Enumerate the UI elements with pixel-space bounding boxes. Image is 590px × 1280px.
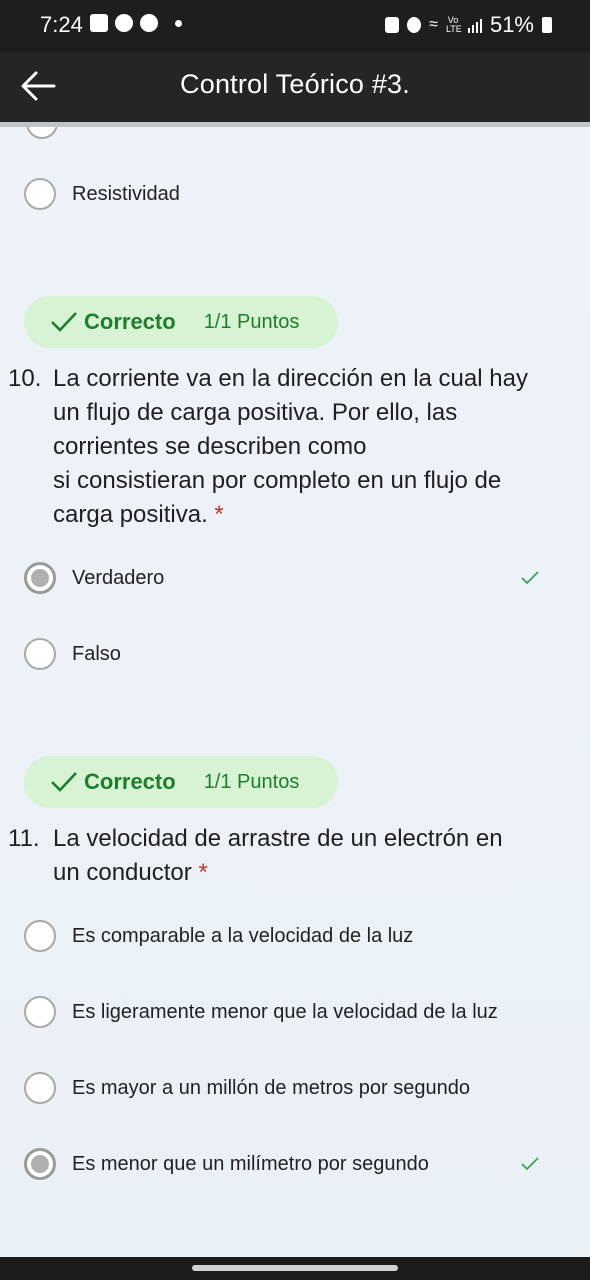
radio-button-selected[interactable] <box>24 1148 56 1180</box>
option-comparable-luz[interactable]: Es comparable a la velocidad de la luz <box>24 916 550 956</box>
question-number: 11. <box>8 825 40 852</box>
result-status: Correcto <box>84 769 176 794</box>
required-marker: * <box>198 859 208 886</box>
radio-button[interactable] <box>24 178 56 210</box>
system-icons: ≈ Vo LTE 51% <box>385 12 552 38</box>
option-menor-luz[interactable]: Es ligeramente menor que la velocidad de… <box>24 992 550 1032</box>
option-resistividad[interactable]: Resistividad <box>24 174 550 214</box>
battery-percent: 51% <box>489 12 534 37</box>
option-menor-milimetro[interactable]: Es menor que un milímetro por segundo <box>24 1144 550 1184</box>
radio-button[interactable] <box>24 1072 56 1104</box>
option-label: Es comparable a la velocidad de la luz <box>72 924 414 947</box>
battery-saver-icon <box>385 17 400 33</box>
option-label: Es ligeramente menor que la velocidad de… <box>72 1000 498 1023</box>
question-line: un conductor <box>53 859 192 886</box>
option-label: Es menor que un milímetro por segundo <box>72 1152 429 1175</box>
question-11: 11. La velocidad de arrastre de un elect… <box>0 822 570 892</box>
image-icon <box>90 14 108 32</box>
check-icon <box>521 1157 539 1171</box>
radio-button-selected[interactable] <box>24 562 56 594</box>
question-line: corrientes se describen como <box>53 433 367 460</box>
notification-icons <box>90 14 182 32</box>
result-points: 1/1 Puntos <box>203 310 300 333</box>
page-title: Control Teórico #3. <box>180 69 410 99</box>
option-label: Es mayor a un millón de metros por segun… <box>72 1076 470 1099</box>
question-text: La corriente va en la dirección en la cu… <box>53 362 570 532</box>
question-10: 10. La corriente va en la dirección en l… <box>0 362 570 532</box>
question-line: La velocidad de arrastre de un electrón … <box>53 825 503 852</box>
result-points: 1/1 Puntos <box>203 770 300 793</box>
signal-icon <box>467 17 482 33</box>
option-mayor-millon[interactable]: Es mayor a un millón de metros por segun… <box>24 1068 550 1108</box>
question-number: 10. <box>8 365 42 392</box>
option-label: Resistividad <box>72 182 180 205</box>
check-icon <box>51 772 77 792</box>
radio-button[interactable] <box>26 127 58 139</box>
facebook-icon <box>140 14 158 32</box>
status-bar: 7:24 ≈ Vo LTE 51% <box>0 0 590 52</box>
radio-button[interactable] <box>24 996 56 1028</box>
radio-button[interactable] <box>24 920 56 952</box>
option-falso[interactable]: Falso <box>24 634 550 674</box>
alarm-icon <box>407 17 422 33</box>
app-bar: Control Teórico #3. <box>0 52 590 122</box>
dot-icon <box>175 19 182 27</box>
question-line: carga positiva. <box>53 501 208 528</box>
option-verdadero[interactable]: Verdadero <box>24 558 550 598</box>
required-marker: * <box>214 501 224 528</box>
home-gesture-handle[interactable] <box>192 1265 398 1271</box>
wifi-icon: ≈ <box>429 16 438 33</box>
volte-icon: Vo LTE <box>445 15 462 34</box>
question-text: La velocidad de arrastre de un electrón … <box>53 822 570 890</box>
navigation-bar <box>0 1257 590 1280</box>
option-label: Falso <box>72 642 121 665</box>
status-time: 7:24 <box>40 12 83 37</box>
check-icon <box>521 571 539 585</box>
question-line: si consistieran por completo en un flujo… <box>53 467 502 494</box>
result-status: Correcto <box>84 309 176 334</box>
quiz-content[interactable]: Resistividad Correcto 1/1 Puntos 10. La … <box>0 127 590 1257</box>
chat-icon <box>115 14 133 32</box>
radio-button[interactable] <box>24 638 56 670</box>
result-badge: Correcto 1/1 Puntos <box>24 296 338 348</box>
battery-icon <box>542 17 552 33</box>
check-icon <box>51 312 77 332</box>
question-line: un flujo de carga positiva. Por ello, la… <box>53 399 458 426</box>
question-line: La corriente va en la dirección en la cu… <box>53 365 528 392</box>
result-badge: Correcto 1/1 Puntos <box>24 756 338 808</box>
option-label: Verdadero <box>72 566 165 589</box>
